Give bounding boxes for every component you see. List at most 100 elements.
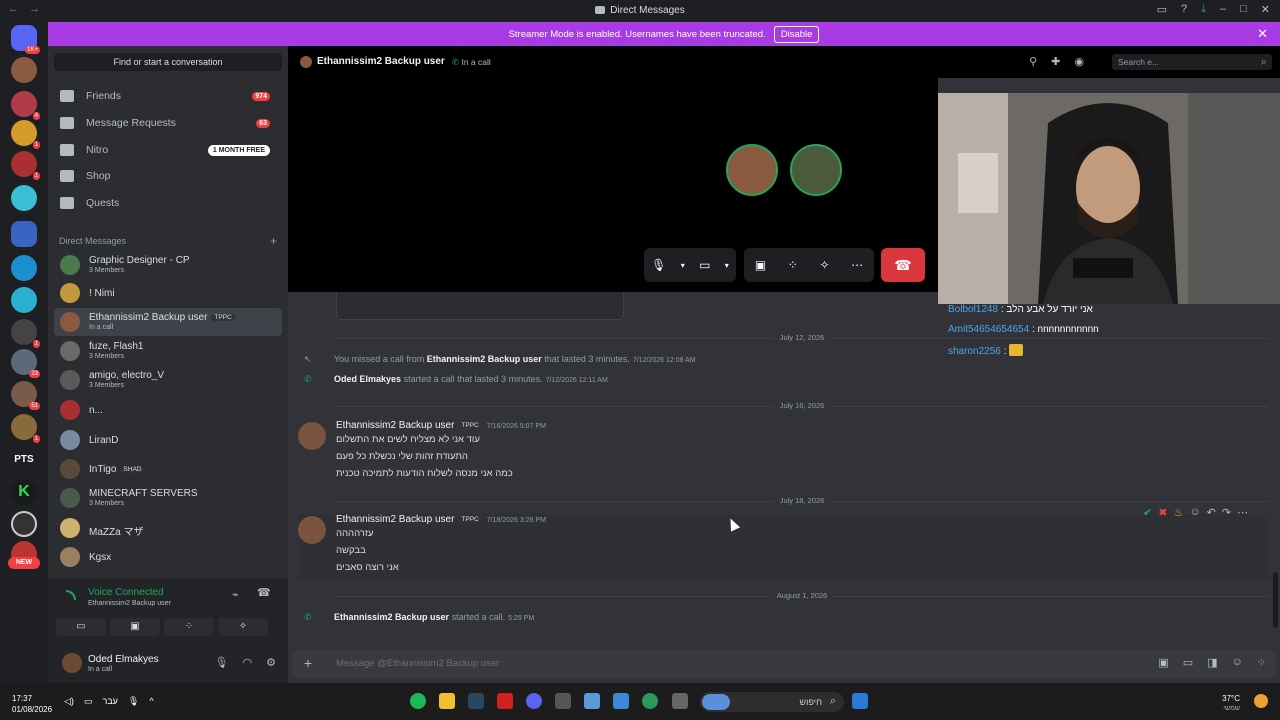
clock[interactable]: 17:37 01/08/2026 xyxy=(12,693,52,715)
soundboard-button[interactable]: ✧ xyxy=(218,618,268,636)
grid-app-icon[interactable] xyxy=(613,693,629,709)
dm-item[interactable]: MaZZa マザ xyxy=(54,514,282,542)
noise-suppression-icon[interactable]: ⌁ xyxy=(232,588,239,601)
hang-up-button[interactable]: ☎ xyxy=(881,248,925,282)
participant-avatar[interactable] xyxy=(790,144,842,196)
discord-icon[interactable] xyxy=(526,693,542,709)
mic-icon[interactable]: 🎙 xyxy=(651,258,666,272)
server-avatar[interactable] xyxy=(11,221,37,247)
video-button[interactable]: ▭ xyxy=(56,618,106,636)
minimize-icon[interactable]: – xyxy=(1220,3,1226,16)
dm-item[interactable]: MINECRAFT SERVERS 3 Members xyxy=(54,484,282,512)
download-icon[interactable]: ⤓ xyxy=(1201,3,1206,16)
server-avatar[interactable]: 1 xyxy=(11,151,40,180)
fire-reaction-icon[interactable]: ♨ xyxy=(1173,506,1183,519)
pin-icon[interactable]: ⚲ xyxy=(1029,55,1037,68)
server-avatar[interactable]: 51 xyxy=(11,381,40,410)
nav-friends[interactable]: Friends 974 xyxy=(56,84,282,108)
server-avatar[interactable] xyxy=(11,511,37,537)
add-friends-icon[interactable]: ✚ xyxy=(1051,55,1060,68)
nav-message-requests[interactable]: Message Requests 63 xyxy=(56,111,282,135)
scrollbar[interactable] xyxy=(1273,572,1278,628)
weather-widget[interactable]: 37°C שמשי xyxy=(1222,694,1240,714)
discord-home-icon[interactable]: 1K+ xyxy=(11,25,40,54)
inbox-icon[interactable]: ▭ xyxy=(1157,3,1167,16)
dm-item[interactable]: LiranD xyxy=(54,426,282,454)
chevron-down-icon[interactable]: ▾ xyxy=(725,261,729,270)
settings-icon[interactable]: ⚙ xyxy=(266,656,276,669)
gif-icon[interactable]: ▭ xyxy=(1183,656,1193,669)
camera-off-icon[interactable]: ▭ xyxy=(699,258,710,272)
dm-item[interactable]: amigo, electro_V 3 Members xyxy=(54,366,282,394)
dm-item[interactable]: ! Nimi xyxy=(54,279,282,307)
mic-icon[interactable]: 🎙 xyxy=(128,696,139,707)
avatar[interactable] xyxy=(298,422,326,450)
forward-icon[interactable]: ↷ xyxy=(1222,506,1231,519)
headphones-icon[interactable]: ◠ xyxy=(243,656,253,669)
add-reaction-icon[interactable]: ☺ xyxy=(1189,506,1200,519)
server-avatar[interactable]: 1 xyxy=(11,414,40,443)
avatar[interactable] xyxy=(62,653,82,673)
chevron-up-icon[interactable]: ^ xyxy=(149,696,153,707)
app-icon[interactable] xyxy=(672,693,688,709)
dm-item[interactable]: Kgsx xyxy=(54,543,282,571)
more-icon[interactable]: ⋯ xyxy=(1237,506,1248,519)
sticker-icon[interactable]: ◨ xyxy=(1207,656,1217,669)
close-banner-icon[interactable]: ✕ xyxy=(1257,26,1268,42)
volume-icon[interactable]: ◁) xyxy=(64,696,74,707)
gift-icon[interactable]: ▣ xyxy=(1158,656,1168,669)
server-avatar[interactable] xyxy=(11,255,37,281)
disable-button[interactable]: Disable xyxy=(773,25,820,43)
close-window-icon[interactable]: ✕ xyxy=(1261,3,1270,16)
nav-quests[interactable]: Quests xyxy=(56,191,282,215)
app-icon[interactable] xyxy=(497,693,513,709)
nav-shop[interactable]: Shop xyxy=(56,164,282,188)
emoji-icon[interactable]: ☺ xyxy=(1232,656,1243,669)
disconnect-icon[interactable]: ☎ xyxy=(257,586,271,599)
activities-button[interactable]: ⁘ xyxy=(164,618,214,636)
mic-icon[interactable]: 🎙 xyxy=(215,656,229,669)
chevron-down-icon[interactable]: ▾ xyxy=(681,261,685,270)
x-reaction-icon[interactable]: ✖ xyxy=(1158,506,1167,519)
reply-icon[interactable]: ↶ xyxy=(1207,506,1216,519)
steam-icon[interactable] xyxy=(468,693,484,709)
language-indicator[interactable]: עבר xyxy=(102,696,117,707)
dm-item[interactable]: fuze, Flash1 3 Members xyxy=(54,337,282,365)
add-attachment-icon[interactable]: + xyxy=(304,655,312,671)
network-icon[interactable]: ▭ xyxy=(84,696,93,707)
server-avatar[interactable]: 1 xyxy=(11,319,40,348)
app-icon[interactable] xyxy=(584,693,600,709)
server-avatar[interactable]: K xyxy=(11,479,37,505)
server-avatar[interactable]: 23 xyxy=(11,349,40,378)
server-avatar[interactable] xyxy=(11,287,37,313)
dm-item[interactable]: InTigo SHAD xyxy=(54,455,282,483)
avatar[interactable] xyxy=(298,516,326,544)
apps-icon[interactable]: ⁘ xyxy=(1257,656,1266,669)
server-avatar[interactable]: 4 xyxy=(11,91,40,120)
spotify-icon[interactable] xyxy=(410,693,426,709)
chrome-icon[interactable] xyxy=(642,693,658,709)
help-icon[interactable]: ? xyxy=(1181,3,1187,16)
maximize-icon[interactable]: □ xyxy=(1240,3,1247,16)
server-pts[interactable]: PTS xyxy=(11,447,37,473)
activities-icon[interactable]: ⁘ xyxy=(788,258,798,272)
dm-item[interactable]: Graphic Designer - CP 3 Members xyxy=(54,251,282,279)
author-name[interactable]: Ethannissim2 Backup user xyxy=(336,420,454,431)
app-icon[interactable] xyxy=(555,693,571,709)
nav-nitro[interactable]: Nitro 1 MONTH FREE xyxy=(56,138,282,162)
server-avatar[interactable] xyxy=(11,57,37,83)
check-reaction-icon[interactable]: ✔ xyxy=(1143,506,1152,519)
search-input[interactable]: Search e... xyxy=(1112,54,1272,70)
profile-icon[interactable]: ◉ xyxy=(1074,55,1084,68)
screen-share-button[interactable]: ▣ xyxy=(110,618,160,636)
file-explorer-icon[interactable] xyxy=(439,693,455,709)
server-avatar[interactable] xyxy=(11,185,37,211)
header-name[interactable]: Ethannissim2 Backup user xyxy=(317,56,445,67)
server-avatar[interactable]: 1 xyxy=(11,120,40,149)
message-input[interactable]: Message @Ethannissim2 Backup user xyxy=(336,658,499,669)
screen-share-icon[interactable]: ▣ xyxy=(755,258,766,272)
more-icon[interactable]: ⋯ xyxy=(851,258,863,272)
dm-item-active[interactable]: Ethannissim2 Backup user TPPC In a call xyxy=(54,308,282,336)
author-name[interactable]: Ethannissim2 Backup user xyxy=(336,514,454,525)
taskbar-search[interactable]: חיפוש ⌕ xyxy=(700,692,844,712)
